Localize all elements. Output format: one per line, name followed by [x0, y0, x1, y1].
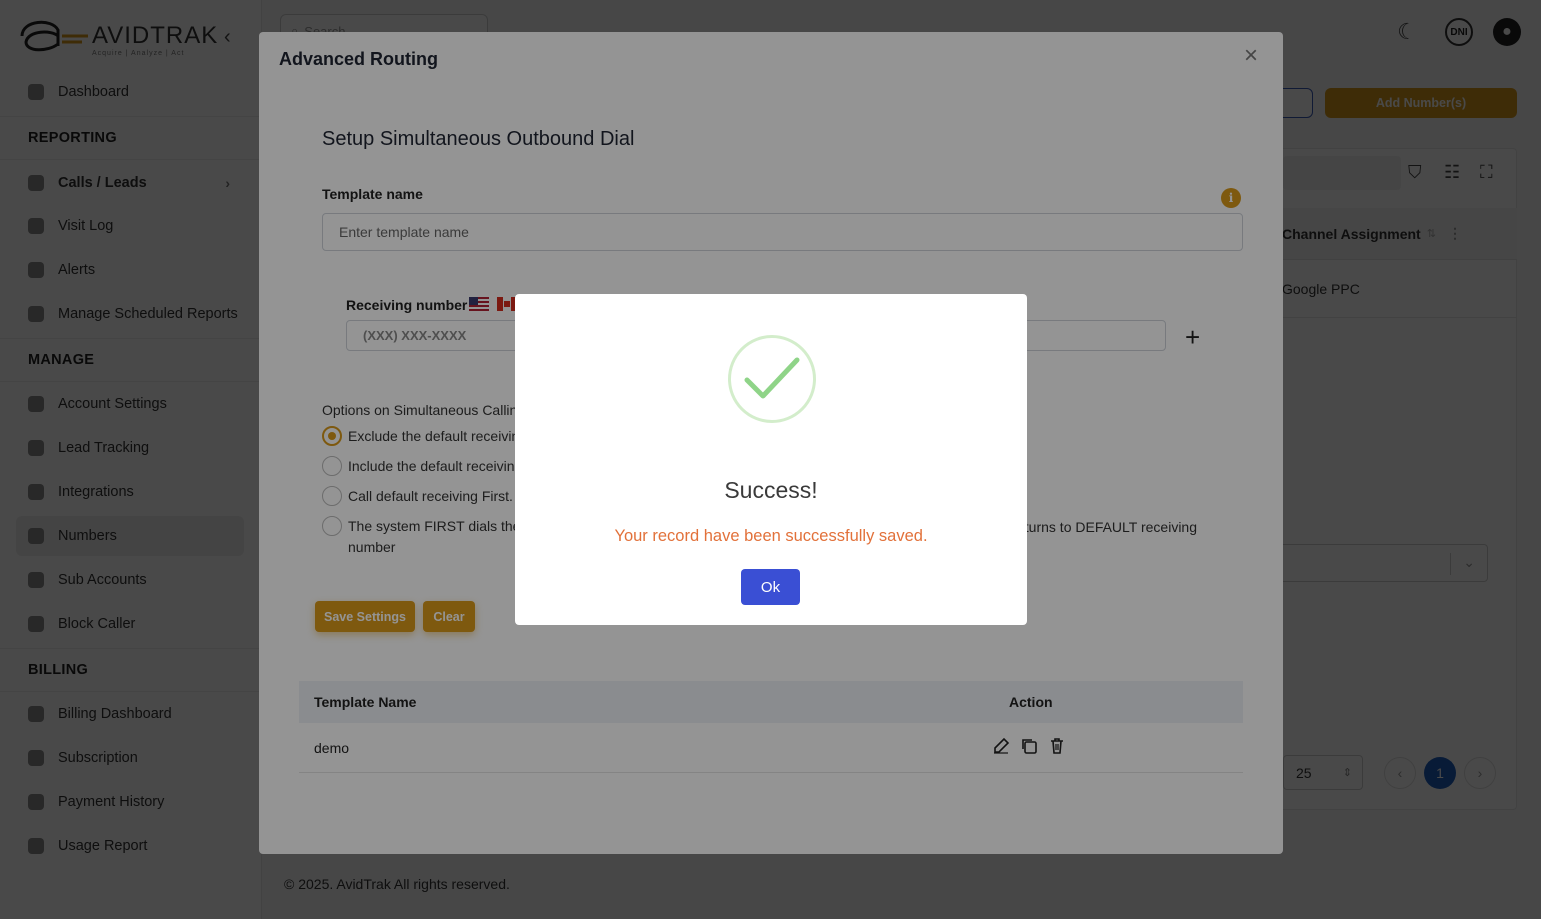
dialog-message: Your record have been successfully saved…	[614, 527, 928, 545]
dialog-title: Success!	[724, 477, 818, 503]
success-dialog: Success! Your record have been successfu…	[515, 294, 1027, 625]
success-check-icon	[728, 335, 816, 423]
ok-button[interactable]: Ok	[741, 569, 800, 605]
